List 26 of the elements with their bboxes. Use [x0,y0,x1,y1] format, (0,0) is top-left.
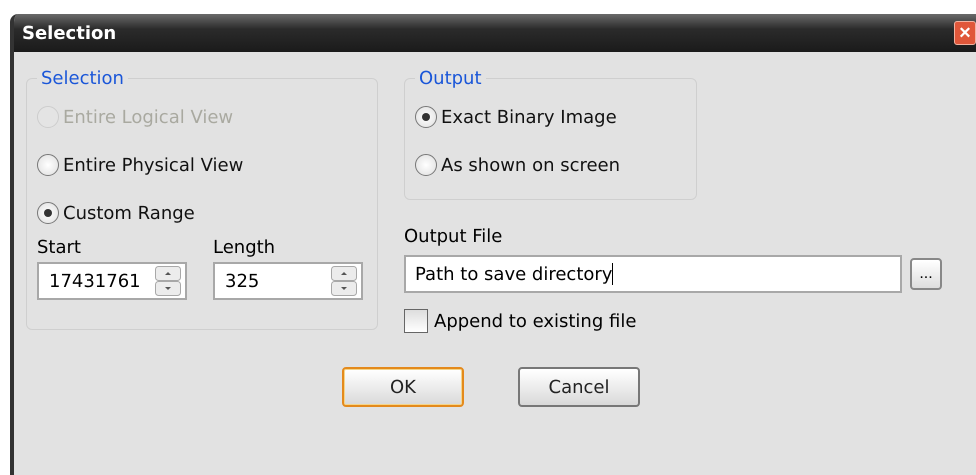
radio-button[interactable] [415,154,437,176]
browse-button[interactable]: ... [910,258,942,290]
option-label: Custom Range [63,202,195,224]
spinner-arrows-icon[interactable] [155,266,181,296]
checkbox[interactable] [404,309,428,333]
field-label: Length [213,237,276,258]
radio-button[interactable] [415,106,437,128]
spinner-arrows-icon[interactable] [331,266,357,296]
option-label: Exact Binary Image [441,106,617,128]
option-label: Entire Physical View [63,154,244,176]
radio-button[interactable] [37,202,59,224]
field-label: Output File [404,226,504,247]
group-title: Selection [40,68,125,89]
radio-button[interactable] [37,154,59,176]
window-title: Selection [22,22,116,44]
dialog-button[interactable]: OK [342,367,464,407]
close-button[interactable]: × [954,21,976,45]
group-title: Output [418,68,483,89]
option-label: As shown on screen [441,154,620,176]
number-field[interactable]: 17431761 [37,262,187,300]
checkbox-label: Append to existing file [434,310,636,332]
path-field[interactable]: Path to save directory [404,255,902,293]
field-label: Start [37,237,82,258]
dialog-button[interactable]: Cancel [518,367,640,407]
number-field[interactable]: 325 [213,262,363,300]
option-label: Entire Logical View [63,106,234,128]
